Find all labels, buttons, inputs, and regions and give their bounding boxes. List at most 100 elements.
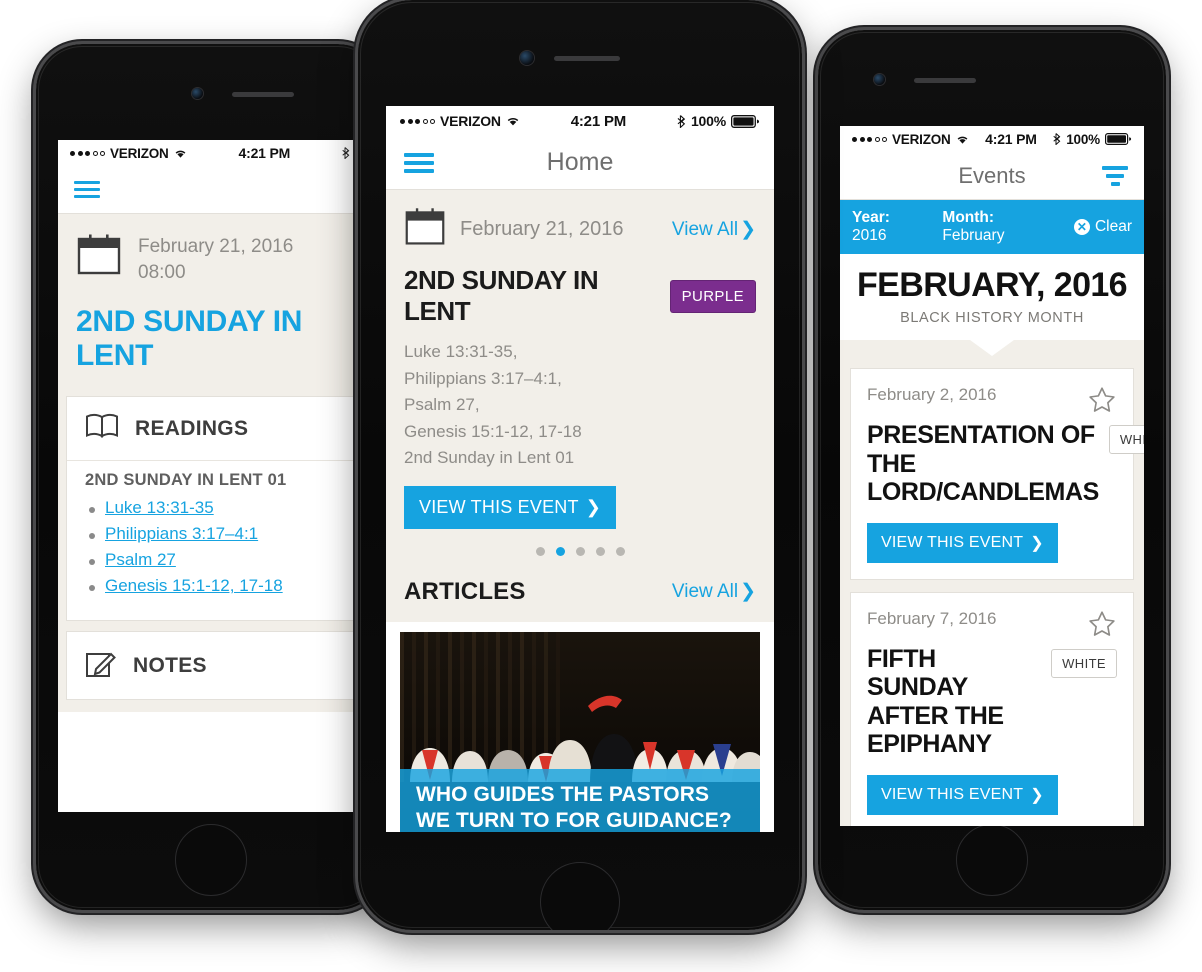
- readings-body: 2ND SUNDAY IN LENT 01 Luke 13:31-35 Phil…: [67, 461, 353, 621]
- chevron-right-icon: ❯: [740, 581, 756, 603]
- page-title: Events: [958, 162, 1026, 188]
- notes-card[interactable]: NOTES: [66, 631, 354, 701]
- event-title[interactable]: 2ND SUNDAY IN LENT: [76, 305, 344, 372]
- carousel-dot[interactable]: [535, 546, 545, 556]
- note-pencil-icon: [85, 648, 117, 683]
- event-title: FIFTH SUNDAY AFTER THE EPIPHANY: [867, 644, 1004, 759]
- chevron-right-icon: ❯: [1030, 534, 1044, 552]
- reading-link[interactable]: Luke 13:31-35: [105, 498, 214, 517]
- clear-circle-icon: ✕: [1073, 219, 1090, 235]
- list-item: Philippians 3:17–4:1: [85, 524, 335, 544]
- reading-line: Genesis 15:1-12, 17-18: [404, 421, 582, 441]
- carousel-dot[interactable]: [615, 546, 625, 556]
- signal-strength-icon: [400, 118, 435, 124]
- readings-card: READINGS 2ND SUNDAY IN LENT 01 Luke 13:3…: [66, 396, 354, 622]
- screen-left: VERIZON 4:21 PM February 21, 2016 08:00 …: [58, 140, 362, 812]
- signal-strength-icon: [852, 136, 887, 142]
- book-icon: [85, 413, 119, 444]
- event-title: PRESENTATION OF THE LORD/CANDLEMAS: [867, 421, 1099, 506]
- earpiece-speaker: [914, 78, 976, 83]
- carousel-dot[interactable]: [575, 546, 585, 556]
- event-date: February 21, 2016: [138, 236, 294, 257]
- list-item: Psalm 27: [85, 550, 335, 570]
- hamburger-icon[interactable]: [404, 152, 434, 173]
- reading-line: 2nd Sunday in Lent 01: [404, 448, 575, 468]
- hamburger-icon[interactable]: [74, 181, 100, 198]
- view-all-events-link[interactable]: View All ❯: [672, 218, 756, 241]
- filter-year-value: 2016: [852, 227, 887, 244]
- article-caption: WHO GUIDES THE PASTORS WE TURN TO FOR GU…: [400, 769, 760, 832]
- event-title[interactable]: 2ND SUNDAY IN LENT: [404, 265, 658, 327]
- carrier-label: VERIZON: [110, 145, 169, 161]
- home-button[interactable]: [540, 862, 620, 930]
- calendar-icon: [404, 206, 446, 253]
- featured-event: February 21, 2016 View All ❯ 2ND SUNDAY …: [386, 190, 774, 568]
- phone-left: VERIZON 4:21 PM February 21, 2016 08:00 …: [36, 44, 384, 910]
- event-card[interactable]: February 7, 2016 FIFTH SUNDAY AFTER THE …: [850, 591, 1134, 826]
- reading-line: Psalm 27,: [404, 395, 480, 415]
- event-card[interactable]: February 2, 2016 PRESENTATION OF THE LOR…: [850, 368, 1144, 580]
- event-list: February 2, 2016 PRESENTATION OF THE LOR…: [840, 366, 1144, 826]
- article-card[interactable]: WHO GUIDES THE PASTORS WE TURN TO FOR GU…: [386, 621, 774, 832]
- filter-month-value: February: [942, 227, 1005, 244]
- articles-header: ARTICLES View All ❯: [386, 567, 774, 622]
- carousel-dot[interactable]: [595, 546, 605, 556]
- view-all-label: View All: [671, 580, 739, 602]
- list-item: Genesis 15:1-12, 17-18: [85, 576, 335, 596]
- reading-link[interactable]: Genesis 15:1-12, 17-18: [105, 576, 283, 595]
- home-button[interactable]: [175, 824, 247, 896]
- carousel-pagination[interactable]: [404, 546, 756, 556]
- carousel-dot-active[interactable]: [555, 546, 565, 556]
- notes-header[interactable]: NOTES: [67, 632, 353, 700]
- filter-icon[interactable]: [1102, 165, 1128, 186]
- front-camera-icon: [874, 74, 885, 85]
- chevron-right-icon: ❯: [1030, 786, 1044, 804]
- status-bar: VERIZON 4:21 PM: [58, 140, 362, 166]
- bluetooth-icon: [677, 114, 686, 128]
- view-all-articles-link[interactable]: View All ❯: [672, 580, 756, 603]
- filter-year[interactable]: Year: 2016: [852, 209, 928, 245]
- status-badge: WHITE: [1051, 648, 1117, 678]
- battery-icon: [730, 114, 760, 128]
- front-camera-icon: [192, 88, 203, 99]
- reading-link[interactable]: Philippians 3:17–4:1: [105, 524, 258, 543]
- event-time: 08:00: [138, 261, 186, 283]
- view-event-label: VIEW THIS EVENT: [881, 785, 1024, 803]
- phone-right: VERIZON 4:21 PM 100% Events Year: 2016 M…: [818, 30, 1166, 910]
- status-badge: PURPLE: [669, 279, 756, 313]
- chevron-right-icon: ❯: [585, 496, 601, 517]
- article-image[interactable]: WHO GUIDES THE PASTORS WE TURN TO FOR GU…: [400, 631, 760, 832]
- bluetooth-icon: [342, 147, 350, 159]
- status-time: 4:21 PM: [985, 131, 1037, 147]
- filter-month[interactable]: Month: February: [942, 209, 1060, 245]
- view-event-button[interactable]: VIEW THIS EVENT ❯: [867, 774, 1058, 815]
- chevron-right-icon: ❯: [740, 219, 756, 240]
- front-camera-icon: [520, 51, 534, 65]
- phone-mockup-stage: VERIZON 4:21 PM February 21, 2016 08:00 …: [0, 0, 1202, 972]
- view-event-label: VIEW THIS EVENT: [881, 533, 1024, 551]
- home-button[interactable]: [956, 824, 1028, 896]
- notes-heading: NOTES: [133, 653, 207, 677]
- star-outline-icon[interactable]: [1087, 385, 1117, 415]
- screen-center: VERIZON 4:21 PM 100% Home February 21, 2…: [386, 106, 774, 832]
- status-time: 4:21 PM: [238, 145, 291, 161]
- filter-month-label: Month:: [942, 209, 995, 226]
- star-outline-icon[interactable]: [1087, 609, 1117, 639]
- view-all-label: View All: [671, 218, 739, 240]
- event-date: February 2, 2016: [867, 385, 997, 404]
- view-event-button[interactable]: VIEW THIS EVENT ❯: [404, 485, 616, 529]
- readings-header[interactable]: READINGS: [67, 397, 353, 462]
- page-title: Home: [546, 148, 614, 176]
- filter-bar: Year: 2016 Month: February ✕ Clear: [840, 200, 1144, 254]
- bluetooth-icon: [1053, 133, 1061, 145]
- month-notch: [840, 340, 1144, 366]
- carrier-label: VERIZON: [892, 131, 951, 147]
- nav-bar-center: Home: [386, 136, 774, 190]
- filter-year-label: Year:: [852, 209, 890, 226]
- reading-link[interactable]: Psalm 27: [105, 550, 176, 569]
- reading-line: Luke 13:31-35,: [404, 342, 518, 361]
- month-subtitle: BLACK HISTORY MONTH: [900, 310, 1084, 326]
- clear-filters-button[interactable]: ✕ Clear: [1073, 218, 1132, 236]
- battery-icon: [1104, 133, 1132, 145]
- view-event-button[interactable]: VIEW THIS EVENT ❯: [867, 522, 1058, 563]
